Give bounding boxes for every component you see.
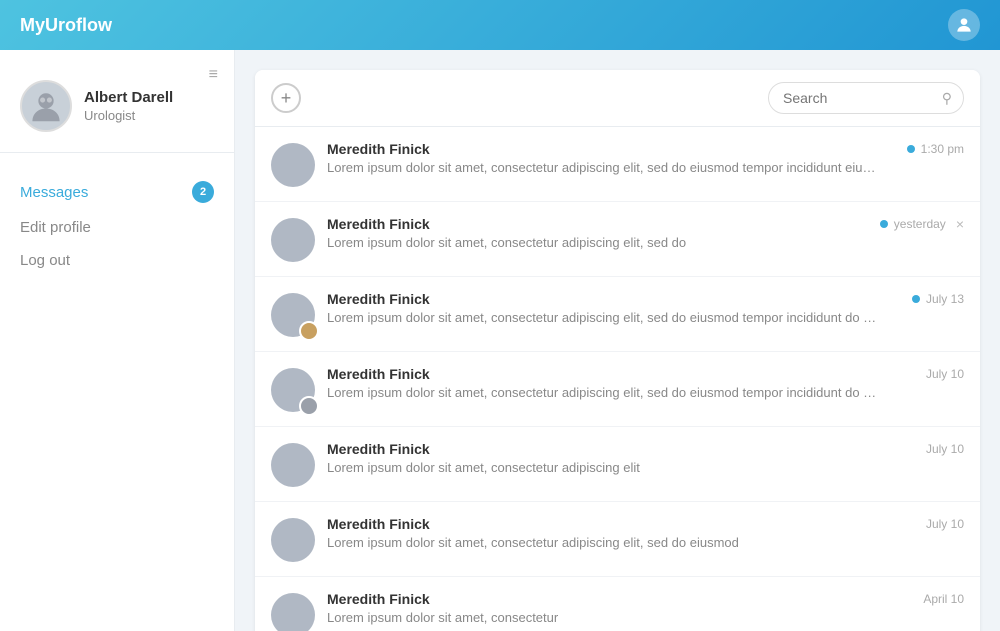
message-item[interactable]: Meredith Finick July 10 Lorem ipsum dolor … bbox=[255, 502, 980, 577]
add-message-button[interactable]: + bbox=[271, 83, 301, 113]
message-sender: Meredith Finick bbox=[327, 291, 430, 307]
message-header: Meredith Finick April 10 bbox=[327, 591, 964, 607]
message-time: July 10 bbox=[926, 517, 964, 531]
message-item[interactable]: Meredith Finick July 10 Lorem ipsum dolor … bbox=[255, 352, 980, 427]
sidebar-item-log-out[interactable]: Log out bbox=[0, 244, 234, 277]
message-meta: July 10 bbox=[926, 367, 964, 381]
messages-container: + ⚲ Meredith Finick 1:30 pm Lorem ipsum do… bbox=[255, 70, 980, 631]
profile-role: Urologist bbox=[84, 108, 173, 123]
message-avatar bbox=[271, 443, 315, 487]
message-header: Meredith Finick yesterday × bbox=[327, 216, 964, 232]
unread-dot bbox=[907, 145, 915, 153]
message-preview: Lorem ipsum dolor sit amet, consectetur bbox=[327, 610, 877, 625]
message-sender: Meredith Finick bbox=[327, 516, 430, 532]
message-header: Meredith Finick July 13 bbox=[327, 291, 964, 307]
message-preview: Lorem ipsum dolor sit amet, consectetur … bbox=[327, 310, 877, 325]
message-preview: Lorem ipsum dolor sit amet, consectetur … bbox=[327, 460, 877, 475]
messages-toolbar: + ⚲ bbox=[255, 70, 980, 127]
message-list: Meredith Finick 1:30 pm Lorem ipsum dolor … bbox=[255, 127, 980, 631]
message-item[interactable]: Meredith Finick yesterday × Lorem ipsum dol… bbox=[255, 202, 980, 277]
message-avatar bbox=[271, 218, 315, 262]
search-input[interactable] bbox=[768, 82, 964, 114]
message-meta: yesterday × bbox=[880, 216, 964, 232]
close-icon[interactable]: × bbox=[956, 216, 964, 232]
message-meta: 1:30 pm bbox=[907, 142, 964, 156]
message-sender: Meredith Finick bbox=[327, 441, 430, 457]
message-item[interactable]: Meredith Finick 1:30 pm Lorem ipsum dolor … bbox=[255, 127, 980, 202]
sidebar-profile: Albert Darell Urologist bbox=[0, 70, 234, 153]
message-header: Meredith Finick July 10 bbox=[327, 366, 964, 382]
sidebar-item-messages[interactable]: Messages 2 bbox=[0, 173, 234, 211]
message-item[interactable]: Meredith Finick April 10 Lorem ipsum dolor… bbox=[255, 577, 980, 631]
message-item[interactable]: Meredith Finick July 10 Lorem ipsum dolor … bbox=[255, 427, 980, 502]
sidebar-item-label-log-out: Log out bbox=[20, 252, 70, 269]
message-meta: July 10 bbox=[926, 517, 964, 531]
message-content: Meredith Finick 1:30 pm Lorem ipsum dolor … bbox=[327, 141, 964, 175]
message-meta: April 10 bbox=[923, 592, 964, 606]
message-sender: Meredith Finick bbox=[327, 591, 430, 607]
search-box: ⚲ bbox=[768, 82, 964, 114]
sub-avatar-photo bbox=[299, 321, 319, 341]
message-meta: July 10 bbox=[926, 442, 964, 456]
message-time: July 10 bbox=[926, 442, 964, 456]
message-header: Meredith Finick July 10 bbox=[327, 516, 964, 532]
main-layout: ≡ Albert Darell Urologist Messages bbox=[0, 50, 1000, 631]
avatar bbox=[20, 80, 72, 132]
unread-dot bbox=[880, 220, 888, 228]
unread-dot bbox=[912, 295, 920, 303]
search-icon: ⚲ bbox=[942, 90, 952, 107]
sidebar-item-edit-profile[interactable]: Edit profile bbox=[0, 211, 234, 244]
menu-icon[interactable]: ≡ bbox=[209, 66, 218, 84]
message-item[interactable]: Meredith Finick July 13 Lorem ipsum dolor … bbox=[255, 277, 980, 352]
sub-avatar-gray bbox=[299, 396, 319, 416]
message-sender: Meredith Finick bbox=[327, 141, 430, 157]
app-header: MyUroflow bbox=[0, 0, 1000, 50]
message-preview: Lorem ipsum dolor sit amet, consectetur … bbox=[327, 235, 877, 250]
profile-name: Albert Darell bbox=[84, 89, 173, 106]
message-sender: Meredith Finick bbox=[327, 366, 430, 382]
message-content: Meredith Finick April 10 Lorem ipsum dolor… bbox=[327, 591, 964, 625]
header-user-avatar[interactable] bbox=[948, 9, 980, 41]
message-preview: Lorem ipsum dolor sit amet, consectetur … bbox=[327, 160, 877, 175]
message-meta: July 13 bbox=[912, 292, 964, 306]
sidebar-nav: Messages 2 Edit profile Log out bbox=[0, 153, 234, 277]
sidebar: ≡ Albert Darell Urologist Messages bbox=[0, 50, 235, 631]
sidebar-item-label-edit-profile: Edit profile bbox=[20, 219, 91, 236]
message-avatar bbox=[271, 368, 315, 412]
message-time: 1:30 pm bbox=[921, 142, 964, 156]
message-time: yesterday bbox=[894, 217, 946, 231]
message-content: Meredith Finick July 10 Lorem ipsum dolor … bbox=[327, 441, 964, 475]
message-preview: Lorem ipsum dolor sit amet, consectetur … bbox=[327, 535, 877, 550]
message-header: Meredith Finick 1:30 pm bbox=[327, 141, 964, 157]
message-avatar bbox=[271, 293, 315, 337]
message-content: Meredith Finick July 13 Lorem ipsum dolor … bbox=[327, 291, 964, 325]
message-avatar bbox=[271, 143, 315, 187]
message-content: Meredith Finick July 10 Lorem ipsum dolor … bbox=[327, 516, 964, 550]
message-content: Meredith Finick July 10 Lorem ipsum dolor … bbox=[327, 366, 964, 400]
messages-badge: 2 bbox=[192, 181, 214, 203]
message-time: July 10 bbox=[926, 367, 964, 381]
message-header: Meredith Finick July 10 bbox=[327, 441, 964, 457]
message-time: July 13 bbox=[926, 292, 964, 306]
message-preview: Lorem ipsum dolor sit amet, consectetur … bbox=[327, 385, 877, 400]
message-content: Meredith Finick yesterday × Lorem ipsum dol… bbox=[327, 216, 964, 250]
message-time: April 10 bbox=[923, 592, 964, 606]
sidebar-item-label-messages: Messages bbox=[20, 184, 88, 201]
app-title: MyUroflow bbox=[20, 15, 112, 36]
profile-info: Albert Darell Urologist bbox=[84, 89, 173, 123]
message-sender: Meredith Finick bbox=[327, 216, 430, 232]
main-content: + ⚲ Meredith Finick 1:30 pm Lorem ipsum do… bbox=[235, 50, 1000, 631]
message-avatar bbox=[271, 593, 315, 631]
message-avatar bbox=[271, 518, 315, 562]
